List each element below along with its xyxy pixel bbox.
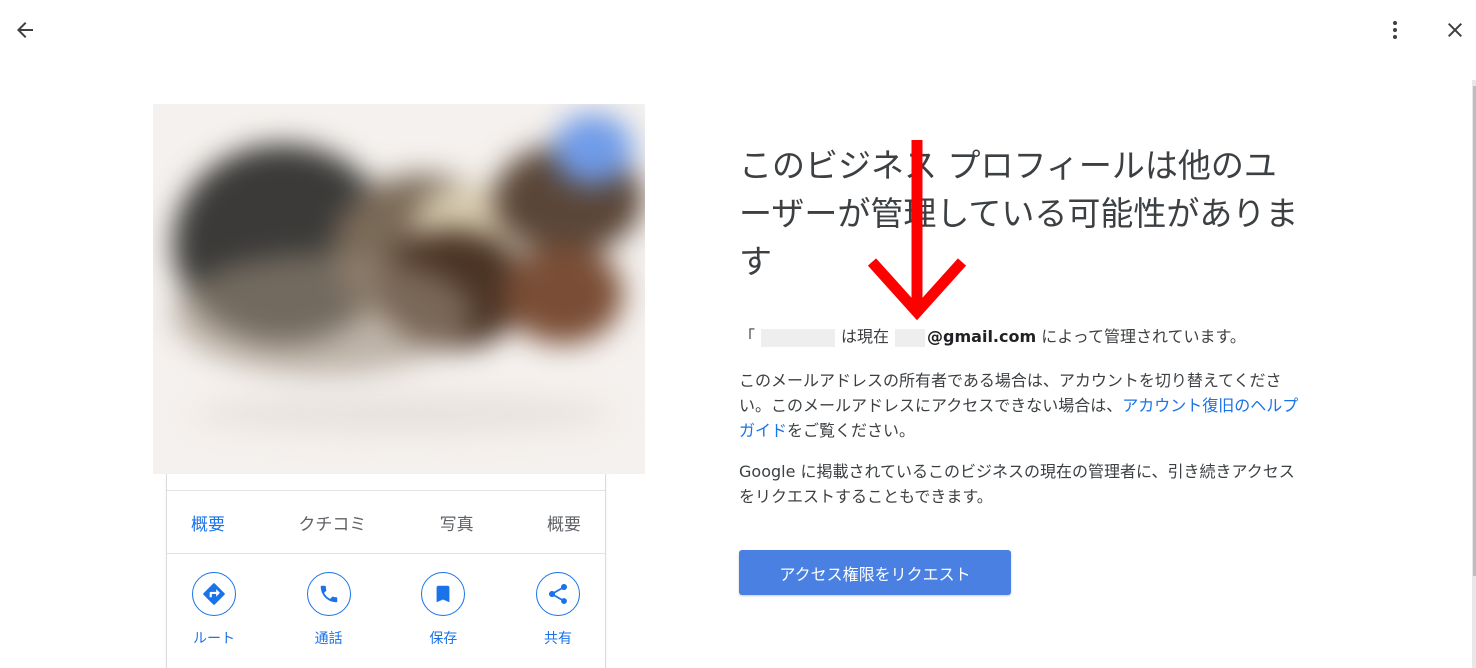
save-circle [421, 572, 466, 616]
redacted-business-name [761, 328, 836, 347]
arrow-left-icon [17, 22, 33, 38]
business-photo-blurred [153, 104, 645, 474]
bookmark-icon [436, 585, 450, 603]
close-button[interactable] [1437, 12, 1473, 48]
save-label: 保存 [429, 631, 458, 647]
redacted-email-user [895, 328, 926, 347]
preview-tabs: 概要 クチコミ 写真 概要 [167, 491, 605, 553]
tab-photos[interactable]: 写真 [440, 510, 474, 535]
tab-reviews[interactable]: クチコミ [298, 510, 366, 535]
save-button[interactable]: 保存 [410, 572, 476, 648]
page-title: このビジネス プロフィールは他のユーザーが管理している可能性があります [739, 146, 1299, 281]
tab-about[interactable]: 概要 [547, 510, 581, 535]
close-icon [1448, 23, 1462, 37]
directions-icon [203, 583, 225, 605]
phone-icon [320, 585, 337, 603]
page: 概要 クチコミ 写真 概要 ルート 通話 保存 共有 このビジネス プロフィール… [0, 0, 1476, 668]
switch-account-paragraph: このメールアドレスの所有者である場合は、アカウントを切り替えてください。このメー… [739, 368, 1299, 443]
share-label: 共有 [543, 631, 572, 647]
owner-open-bracket: 「 [739, 327, 756, 346]
owner-line: 「 は現在 @gmail.com によって管理されています。 [739, 323, 1319, 347]
request-access-button[interactable]: アクセス権限をリクエスト [739, 550, 1011, 595]
more-options-button[interactable] [1377, 12, 1413, 48]
divider [167, 553, 605, 554]
back-button[interactable] [7, 12, 43, 48]
directions-button[interactable]: ルート [181, 572, 247, 648]
preview-actions: ルート 通話 保存 共有 [167, 572, 605, 648]
annotation-arrow-icon [867, 140, 967, 321]
share-circle [535, 572, 580, 616]
directions-circle [192, 572, 236, 616]
owner-suffix: によって管理されています。 [1041, 327, 1246, 346]
share-button[interactable]: 共有 [525, 572, 591, 648]
business-preview-card: 概要 クチコミ 写真 概要 ルート 通話 保存 共有 [166, 474, 606, 668]
call-label: 通話 [314, 631, 343, 647]
directions-label: ルート [193, 631, 235, 647]
more-vert-icon [1393, 21, 1397, 39]
tab-overview[interactable]: 概要 [191, 510, 225, 535]
para1-suffix: をご覧ください。 [787, 421, 916, 440]
call-button[interactable]: 通話 [296, 572, 362, 648]
owner-mid-text: は現在 [841, 327, 890, 346]
call-circle [306, 572, 351, 616]
request-access-paragraph: Google に掲載されているこのビジネスの現在の管理者に、引き続きアクセスをリ… [739, 462, 1295, 506]
owner-email: @gmail.com [927, 327, 1037, 346]
share-icon [548, 584, 567, 604]
